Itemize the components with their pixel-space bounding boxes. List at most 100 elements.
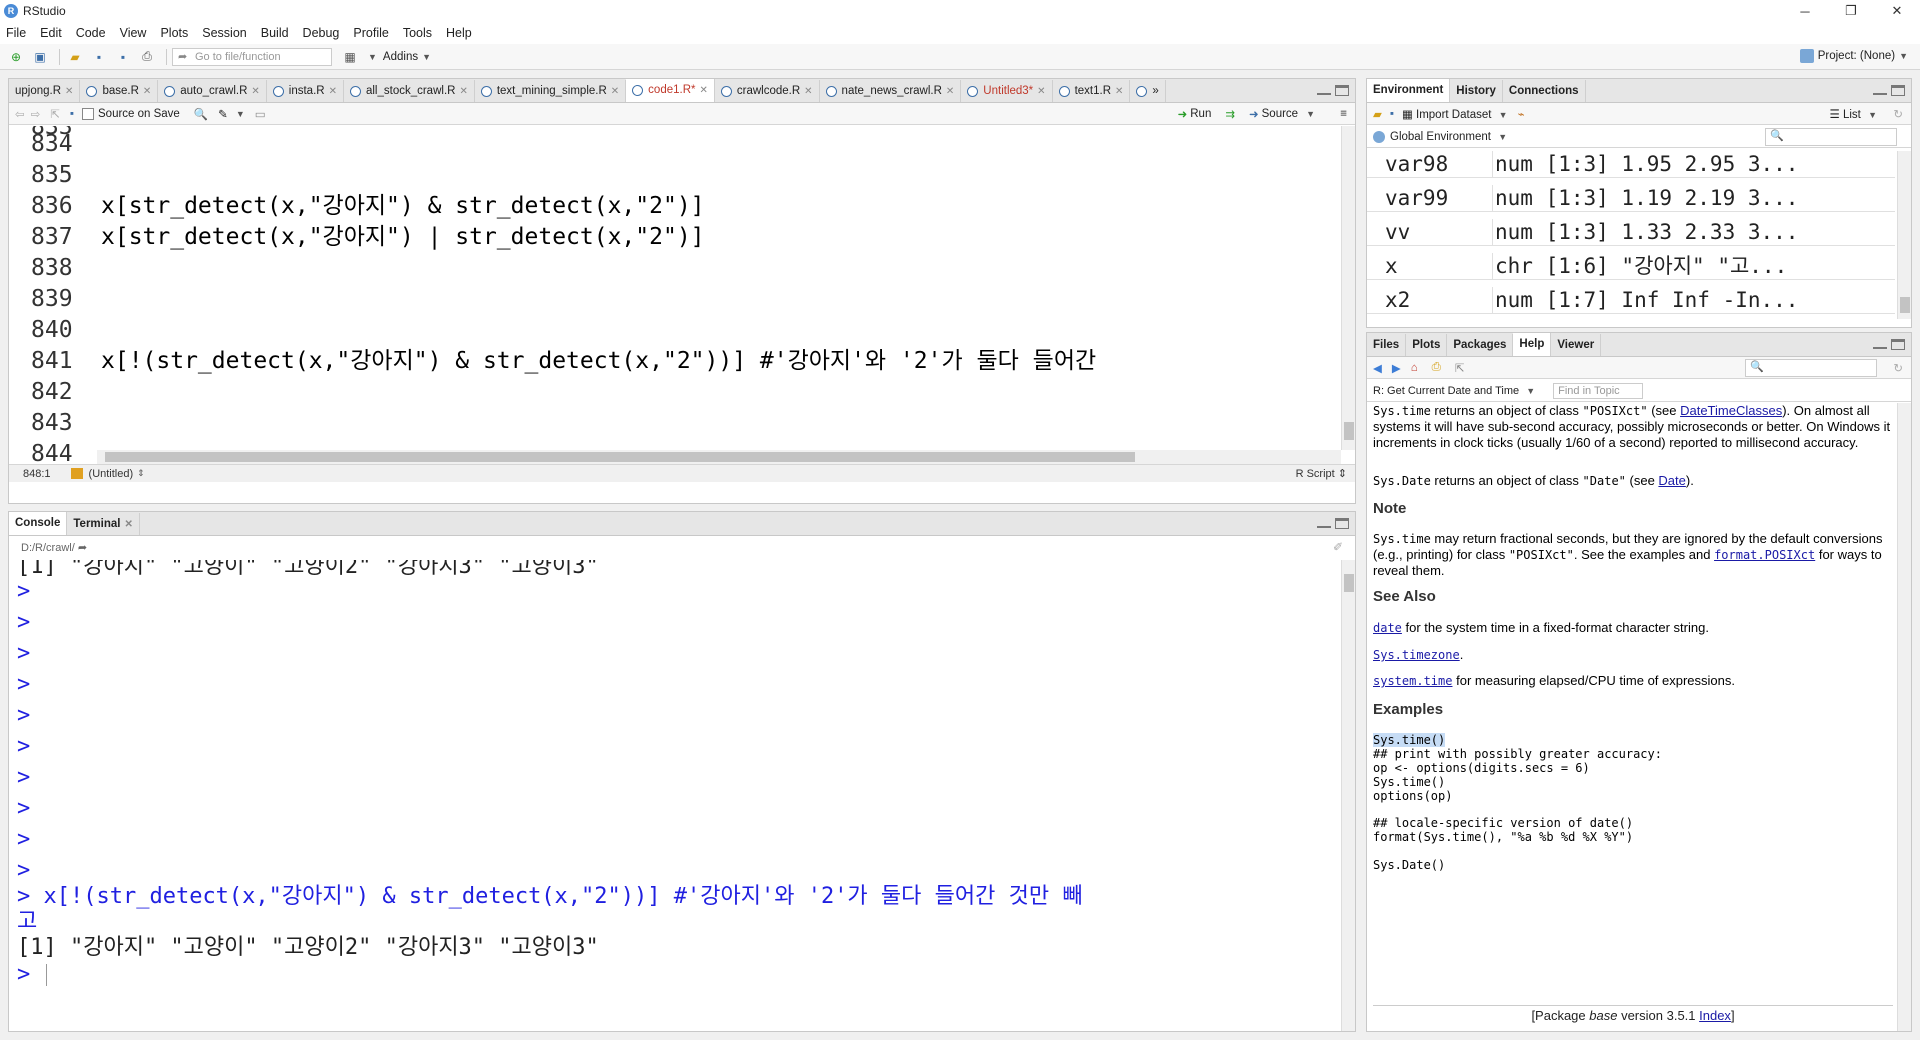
maximize-pane-icon[interactable] bbox=[1335, 85, 1349, 96]
tab-viewer[interactable]: Viewer bbox=[1551, 334, 1602, 356]
tab-plots[interactable]: Plots bbox=[1406, 334, 1448, 356]
restore-button[interactable]: ❐ bbox=[1828, 0, 1874, 22]
menu-debug[interactable]: Debug bbox=[303, 26, 340, 40]
tab-code1[interactable]: code1.R* ✕ bbox=[626, 79, 715, 102]
open-file-icon[interactable]: ▰ bbox=[65, 48, 85, 66]
tab-nate-news-crawl[interactable]: nate_news_crawl.R ✕ bbox=[819, 80, 962, 102]
import-dataset-button[interactable]: ▦ Import Dataset ▼ bbox=[1402, 107, 1508, 121]
project-menu[interactable]: Project: (None) ▼ bbox=[1799, 49, 1908, 63]
grid-layout-icon[interactable]: ▦ bbox=[340, 48, 360, 66]
env-row[interactable]: vv num [1:3] 1.33 2.33 3... bbox=[1367, 219, 1895, 246]
minimize-pane-icon[interactable] bbox=[1317, 518, 1331, 528]
home-icon[interactable]: ⌂ bbox=[1411, 362, 1418, 374]
save-icon[interactable]: ▪ bbox=[70, 108, 74, 120]
new-file-icon[interactable]: ⊕ bbox=[6, 48, 26, 66]
back-arrow-icon[interactable]: ◀ bbox=[1373, 361, 1382, 375]
chevron-down-icon[interactable]: ▼ bbox=[368, 52, 377, 62]
close-icon[interactable]: ✕ bbox=[329, 86, 337, 97]
print-icon[interactable]: ⎙ bbox=[1432, 361, 1441, 374]
tab-crawlcode[interactable]: crawlcode.R ✕ bbox=[714, 80, 820, 102]
help-topic-menu[interactable]: R: Get Current Date and Time ▼ bbox=[1373, 385, 1535, 397]
forward-arrow-icon[interactable]: ▶ bbox=[1392, 361, 1401, 375]
tab-insta[interactable]: insta.R ✕ bbox=[266, 80, 344, 102]
save-icon[interactable]: ▪ bbox=[89, 48, 109, 66]
tab-upjong[interactable]: upjong.R ✕ bbox=[9, 80, 81, 102]
broom-icon[interactable]: ⌁ bbox=[1518, 107, 1525, 121]
env-row[interactable]: var98 num [1:3] 1.95 2.95 3... bbox=[1367, 151, 1895, 178]
minimize-pane-icon[interactable] bbox=[1873, 85, 1887, 95]
close-icon[interactable]: ✕ bbox=[946, 86, 954, 97]
tab-environment[interactable]: Environment bbox=[1367, 79, 1451, 102]
menu-tools[interactable]: Tools bbox=[403, 26, 432, 40]
file-type-menu[interactable]: R Script ⇕ bbox=[1296, 467, 1347, 480]
scrollbar-thumb[interactable] bbox=[1344, 422, 1354, 440]
close-button[interactable]: ✕ bbox=[1874, 0, 1920, 22]
minimize-pane-icon[interactable] bbox=[1873, 339, 1887, 349]
rerun-icon[interactable]: ⇉ bbox=[1225, 107, 1235, 121]
help-search-input[interactable]: 🔍 bbox=[1745, 359, 1877, 377]
print-icon[interactable]: ⎙ bbox=[137, 48, 157, 66]
tab-base[interactable]: base.R ✕ bbox=[80, 80, 159, 102]
tab-history[interactable]: History bbox=[1450, 80, 1503, 102]
environment-scrollbar[interactable] bbox=[1897, 151, 1911, 319]
menu-profile[interactable]: Profile bbox=[353, 26, 388, 40]
show-in-window-icon[interactable]: ⇱ bbox=[50, 107, 60, 121]
view-mode-menu[interactable]: ☰ List ▼ bbox=[1829, 107, 1877, 121]
link-date[interactable]: Date bbox=[1658, 473, 1685, 488]
search-icon[interactable]: 🔍 bbox=[194, 107, 208, 121]
goto-file-input[interactable]: ➦ Go to file/function bbox=[172, 47, 332, 66]
console-output[interactable]: [1] "강아지" "고양이" "고양이2" "강아지3" "고양이3" > >… bbox=[9, 560, 1339, 1031]
tab-auto-crawl[interactable]: auto_crawl.R ✕ bbox=[158, 80, 267, 102]
tab-help[interactable]: Help bbox=[1513, 333, 1552, 356]
close-icon[interactable]: ✕ bbox=[143, 86, 151, 97]
maximize-pane-icon[interactable] bbox=[1891, 339, 1905, 350]
show-in-window-icon[interactable]: ⇱ bbox=[1455, 361, 1465, 375]
maximize-pane-icon[interactable] bbox=[1891, 85, 1905, 96]
link-datetimeclasses[interactable]: DateTimeClasses bbox=[1680, 403, 1782, 418]
environment-search-input[interactable]: 🔍 bbox=[1765, 128, 1897, 146]
find-in-topic-input[interactable]: Find in Topic bbox=[1553, 382, 1644, 399]
scope-label[interactable]: (Untitled) bbox=[89, 468, 134, 480]
tab-untitled3[interactable]: Untitled3* ✕ bbox=[961, 80, 1053, 102]
save-workspace-icon[interactable]: ▪ bbox=[1390, 108, 1394, 120]
save-all-icon[interactable]: ▪ bbox=[113, 48, 133, 66]
menu-edit[interactable]: Edit bbox=[40, 26, 62, 40]
back-arrow-icon[interactable]: ⇦ bbox=[15, 107, 25, 121]
menu-plots[interactable]: Plots bbox=[160, 26, 188, 40]
close-icon[interactable]: ✕ bbox=[611, 86, 619, 97]
outline-icon[interactable]: ≡ bbox=[1340, 108, 1347, 120]
maximize-pane-icon[interactable] bbox=[1335, 518, 1349, 529]
code-editor[interactable]: 833 834 835 836 x[str_detect(x,"강아지") & s… bbox=[9, 126, 1355, 464]
link-format-posixct[interactable]: format.POSIXct bbox=[1714, 548, 1815, 562]
new-project-icon[interactable]: ▣ bbox=[30, 48, 50, 66]
refresh-icon[interactable]: ↻ bbox=[1893, 361, 1903, 375]
tab-terminal[interactable]: Terminal ✕ bbox=[67, 513, 140, 535]
clear-console-icon[interactable]: ✐ bbox=[1333, 540, 1343, 554]
menu-build[interactable]: Build bbox=[261, 26, 289, 40]
editor-vertical-scrollbar[interactable] bbox=[1341, 126, 1355, 450]
tab-files[interactable]: Files bbox=[1367, 334, 1407, 356]
close-icon[interactable]: ✕ bbox=[1115, 86, 1123, 97]
scrollbar-thumb[interactable] bbox=[105, 452, 1135, 462]
tab-console[interactable]: Console bbox=[9, 512, 68, 535]
chevron-updown-icon[interactable]: ⇕ bbox=[137, 468, 145, 479]
menu-help[interactable]: Help bbox=[446, 26, 472, 40]
close-icon[interactable]: ✕ bbox=[459, 86, 467, 97]
tab-packages[interactable]: Packages bbox=[1447, 334, 1514, 356]
link-date-fn[interactable]: date bbox=[1373, 621, 1402, 635]
link-sys-timezone[interactable]: Sys.timezone bbox=[1373, 648, 1460, 662]
link-index[interactable]: Index bbox=[1699, 1008, 1731, 1023]
editor-horizontal-scrollbar[interactable] bbox=[97, 450, 1341, 464]
console-vertical-scrollbar[interactable] bbox=[1341, 560, 1355, 1031]
close-icon[interactable]: ✕ bbox=[251, 86, 259, 97]
tab-all-stock-crawl[interactable]: all_stock_crawl.R ✕ bbox=[343, 80, 475, 102]
link-system-time[interactable]: system.time bbox=[1373, 674, 1452, 688]
refresh-icon[interactable]: ↻ bbox=[1893, 107, 1903, 121]
close-icon[interactable]: ✕ bbox=[124, 519, 132, 530]
minimize-pane-icon[interactable] bbox=[1317, 85, 1331, 95]
addins-menu[interactable]: Addins bbox=[383, 51, 418, 63]
more-tabs-button[interactable]: » bbox=[1130, 80, 1166, 102]
source-on-save-checkbox[interactable] bbox=[82, 107, 94, 120]
close-icon[interactable]: ✕ bbox=[1037, 86, 1045, 97]
environment-scope-menu[interactable]: Global Environment ▼ bbox=[1390, 131, 1507, 143]
